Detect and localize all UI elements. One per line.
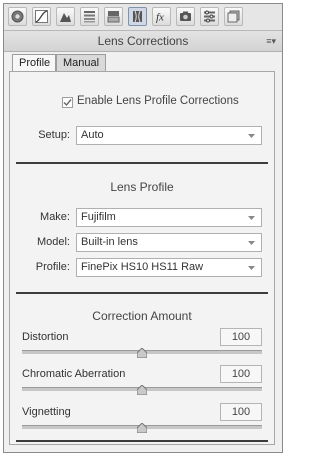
- chromatic-aberration-label: Chromatic Aberration: [22, 368, 126, 380]
- lens-corrections-icon[interactable]: [128, 7, 147, 26]
- enable-profile-label: Enable Lens Profile Corrections: [77, 95, 239, 107]
- chevron-down-icon: [246, 259, 256, 276]
- section-divider: [16, 292, 268, 294]
- basic-aperture-icon[interactable]: [8, 7, 27, 26]
- detail-icon[interactable]: [56, 7, 75, 26]
- presets-icon[interactable]: [200, 7, 219, 26]
- tone-curve-icon[interactable]: [32, 7, 51, 26]
- panel-menu-icon[interactable]: ≡▾: [266, 36, 276, 46]
- vignetting-slider-thumb[interactable]: [137, 423, 147, 433]
- profile-tab-content: Enable Lens Profile Corrections Setup: A…: [9, 71, 275, 445]
- make-value: Fujifilm: [81, 211, 116, 223]
- split-toning-icon[interactable]: [104, 7, 123, 26]
- setup-dropdown[interactable]: Auto: [76, 126, 262, 145]
- model-dropdown[interactable]: Built-in lens: [76, 233, 262, 252]
- checkmark-icon: [63, 99, 72, 107]
- panel-title: Lens Corrections: [97, 34, 189, 48]
- hsl-icon[interactable]: [80, 7, 99, 26]
- distortion-value[interactable]: 100: [220, 328, 262, 346]
- distortion-label: Distortion: [22, 331, 69, 343]
- chevron-down-icon: [246, 209, 256, 226]
- lens-profile-heading: Lens Profile: [110, 180, 174, 194]
- tab-manual[interactable]: Manual: [56, 54, 106, 71]
- distortion-slider-thumb[interactable]: [137, 348, 147, 358]
- camera-calibration-icon[interactable]: [176, 7, 195, 26]
- vignetting-value[interactable]: 100: [220, 403, 262, 421]
- profile-value: FinePix HS10 HS11 Raw: [81, 261, 204, 273]
- profile-dropdown[interactable]: FinePix HS10 HS11 Raw: [76, 258, 262, 277]
- model-value: Built-in lens: [81, 236, 138, 248]
- svg-text:fx: fx: [156, 12, 164, 24]
- make-label: Make:: [40, 211, 70, 223]
- chevron-down-icon: [246, 127, 256, 144]
- panel-header: Lens Corrections ≡▾: [4, 31, 282, 52]
- chevron-down-icon: [246, 234, 256, 251]
- effects-fx-icon[interactable]: fx: [152, 7, 171, 26]
- setup-label: Setup:: [38, 129, 70, 141]
- snapshots-icon[interactable]: [224, 7, 243, 26]
- chromatic-aberration-value[interactable]: 100: [220, 365, 262, 383]
- enable-profile-checkbox[interactable]: [62, 97, 73, 108]
- lens-corrections-panel: fx Lens Corrections ≡▾ Profile Manual En…: [3, 3, 283, 453]
- panel-toolbar: fx: [4, 4, 282, 31]
- make-dropdown[interactable]: Fujifilm: [76, 208, 262, 227]
- setup-value: Auto: [81, 129, 104, 141]
- profile-label: Profile:: [35, 261, 70, 273]
- vignetting-label: Vignetting: [22, 406, 71, 418]
- correction-amount-heading: Correction Amount: [92, 309, 192, 323]
- section-divider: [16, 440, 268, 442]
- section-divider: [16, 162, 268, 164]
- model-label: Model:: [36, 236, 70, 248]
- chromatic-aberration-slider-thumb[interactable]: [137, 385, 147, 395]
